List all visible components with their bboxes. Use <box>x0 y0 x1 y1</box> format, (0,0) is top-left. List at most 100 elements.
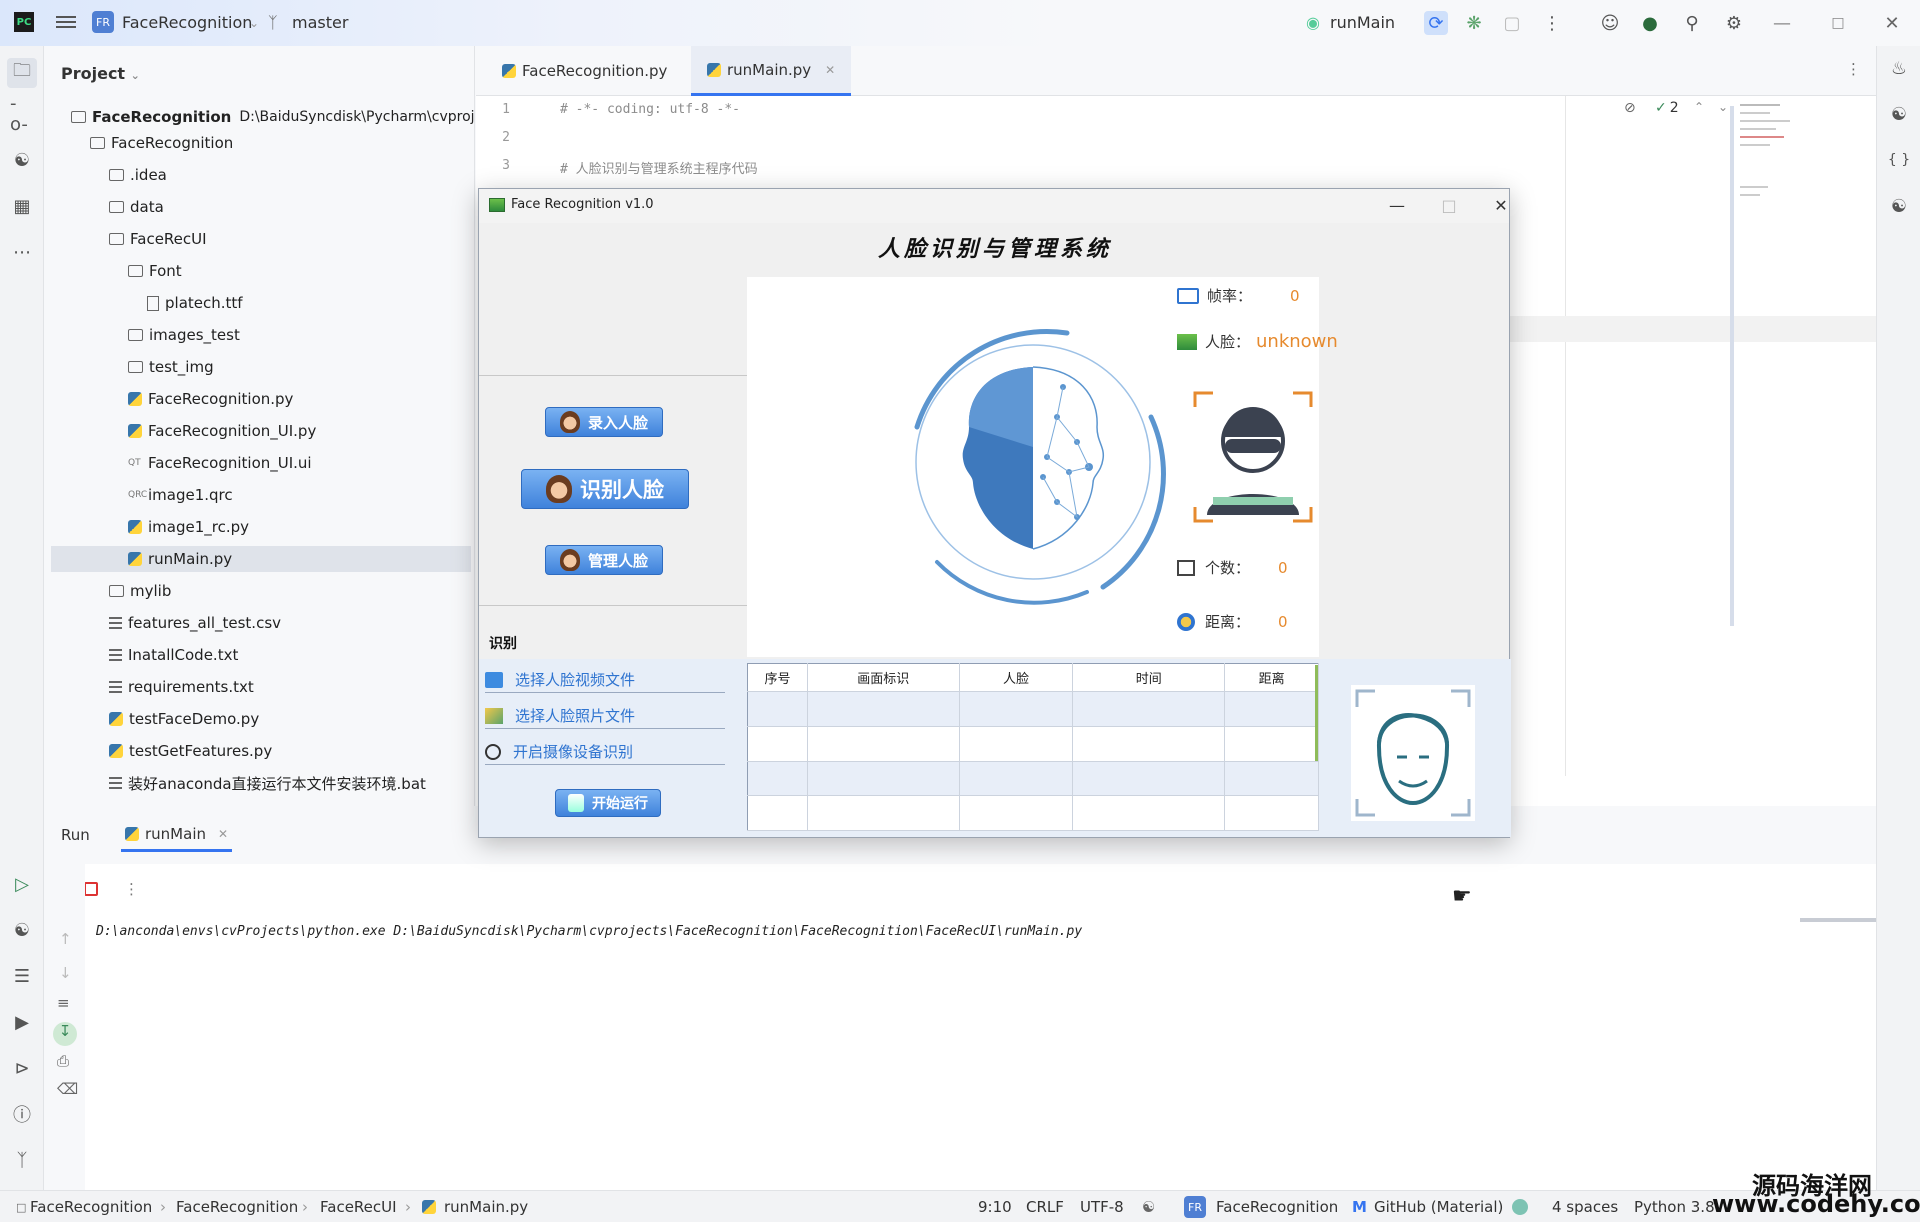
more-tools-icon[interactable]: ⋯ <box>10 240 34 264</box>
start-run-button[interactable]: 开始运行 <box>555 789 661 817</box>
table-cell[interactable] <box>747 761 808 797</box>
git-icon[interactable]: ᛉ <box>10 1148 34 1172</box>
tree-item[interactable]: InatallCode.txt <box>45 642 465 668</box>
database-icon[interactable]: ☯ <box>1887 194 1911 218</box>
tree-item[interactable]: testGetFeatures.py <box>45 738 465 764</box>
stop-icon[interactable] <box>84 882 98 896</box>
main-menu-icon[interactable] <box>56 13 76 31</box>
table-cell[interactable] <box>959 795 1074 831</box>
tree-item[interactable]: testFaceDemo.py <box>45 706 465 732</box>
file-encoding[interactable]: UTF-8 <box>1080 1198 1124 1216</box>
close-tab-icon[interactable]: ✕ <box>218 827 228 841</box>
table-cell[interactable] <box>807 795 960 831</box>
open-camera-link[interactable]: 开启摄像设备识别 <box>485 739 725 765</box>
tree-item[interactable]: QT FaceRecognition_UI.ui <box>45 450 465 476</box>
table-cell[interactable] <box>1224 726 1319 762</box>
close-icon[interactable]: ✕ <box>1481 193 1521 219</box>
tree-item[interactable]: .idea <box>45 162 465 188</box>
maximize-icon[interactable]: □ <box>1429 193 1469 219</box>
tree-item[interactable]: requirements.txt <box>45 674 465 700</box>
maximize-icon[interactable]: □ <box>1826 11 1850 35</box>
tree-item[interactable]: QRC image1.qrc <box>45 482 465 508</box>
editor-more-icon[interactable]: ⋮ <box>1846 60 1861 78</box>
tree-item[interactable]: platech.ttf <box>45 290 465 316</box>
caret-position[interactable]: 9:10 <box>978 1198 1012 1216</box>
table-cell[interactable] <box>959 726 1074 762</box>
tree-item[interactable]: data <box>45 194 465 220</box>
project-folder-icon[interactable]: 🗀 <box>7 58 37 88</box>
soft-wrap-icon[interactable]: ≡ <box>57 994 70 1012</box>
json-icon[interactable]: { } <box>1887 148 1911 172</box>
layers-icon[interactable]: ☰ <box>10 964 34 988</box>
recognize-face-button[interactable]: 识别人脸 <box>521 469 689 509</box>
branch-switcher[interactable]: master <box>292 13 348 32</box>
minimap[interactable] <box>1730 96 1800 636</box>
project-switcher[interactable]: FaceRecognition <box>122 13 252 32</box>
table-cell[interactable] <box>1224 691 1319 727</box>
table-cell[interactable] <box>1224 761 1319 797</box>
copilot-status-icon[interactable]: ☯ <box>1142 1198 1155 1216</box>
notifications-icon[interactable]: ♨ <box>1887 56 1911 80</box>
table-row[interactable] <box>747 761 1319 797</box>
select-video-link[interactable]: 选择人脸视频文件 <box>485 667 725 693</box>
ai-assistant-icon[interactable]: ☯ <box>1887 102 1911 126</box>
table-header[interactable]: 画面标识 <box>807 663 960 692</box>
results-table[interactable]: 序号 画面标识 人脸 时间 距离 <box>747 663 1319 831</box>
table-header[interactable]: 时间 <box>1072 663 1226 692</box>
tree-root[interactable]: FaceRecognition D:\BaiduSyncdisk\Pycharm… <box>71 104 474 130</box>
debug-icon[interactable]: ❋ <box>1462 11 1486 35</box>
terminal-icon[interactable]: ⊳ <box>10 1056 34 1080</box>
arrow-down-icon[interactable]: ↓ <box>59 964 72 982</box>
add-user-icon[interactable]: ☺ <box>1598 11 1622 35</box>
interpreter[interactable]: Python 3.8 <box>1634 1198 1715 1216</box>
problems-icon[interactable]: ⓘ <box>10 1102 34 1126</box>
tree-item[interactable]: runMain.py <box>51 546 471 572</box>
reader-mode-icon[interactable]: ⊘ <box>1624 100 1636 116</box>
tree-item[interactable]: FaceRecognition.py <box>45 386 465 412</box>
chevron-up-icon[interactable]: ⌃ <box>1694 100 1704 114</box>
python-packages-icon[interactable]: ☯ <box>10 148 34 172</box>
breadcrumb-item[interactable]: FaceRecUI <box>320 1198 397 1216</box>
project-panel-title[interactable]: Project ⌄ <box>61 64 140 83</box>
select-image-link[interactable]: 选择人脸照片文件 <box>485 703 725 729</box>
structure-icon[interactable]: ▦ <box>10 194 34 218</box>
table-cell[interactable] <box>807 726 960 762</box>
indent-setting[interactable]: 4 spaces <box>1552 1198 1618 1216</box>
table-cell[interactable] <box>747 726 808 762</box>
services-icon[interactable]: ▶ <box>10 1010 34 1034</box>
inspections-widget[interactable]: ✓ 2 <box>1655 100 1679 116</box>
table-header[interactable]: 距离 <box>1224 663 1319 692</box>
breadcrumb-item[interactable]: FaceRecognition <box>176 1198 298 1216</box>
gear-icon[interactable]: ⚙ <box>1722 11 1746 35</box>
table-cell[interactable] <box>747 691 808 727</box>
minimize-icon[interactable]: — <box>1377 193 1417 219</box>
tab-runmain[interactable]: runMain ✕ <box>121 818 233 852</box>
enroll-face-button[interactable]: 录入人脸 <box>545 407 663 437</box>
python-console-icon[interactable]: ☯ <box>10 918 34 942</box>
run-config-selector[interactable]: runMain <box>1330 13 1395 32</box>
table-row[interactable] <box>747 795 1319 831</box>
search-icon[interactable]: ⚲ <box>1680 11 1704 35</box>
tree-item[interactable]: images_test <box>45 322 465 348</box>
close-tab-icon[interactable]: ✕ <box>825 63 835 77</box>
run-tool-icon[interactable]: ▷ <box>10 872 34 896</box>
table-cell[interactable] <box>1072 795 1226 831</box>
tree-item[interactable]: image1_rc.py <box>45 514 465 540</box>
more-actions-icon[interactable]: ⋮ <box>124 880 139 898</box>
code-line[interactable]: # -*- coding: utf-8 -*- <box>560 102 740 117</box>
theme-name[interactable]: GitHub (Material) <box>1374 1198 1503 1216</box>
line-separator[interactable]: CRLF <box>1026 1198 1064 1216</box>
table-cell[interactable] <box>807 761 960 797</box>
commit-icon[interactable]: -o- <box>10 93 34 135</box>
project-name[interactable]: FaceRecognition <box>1216 1198 1338 1216</box>
tree-item[interactable]: mylib <box>45 578 465 604</box>
table-row[interactable] <box>747 726 1319 762</box>
table-cell[interactable] <box>807 691 960 727</box>
tree-item[interactable]: FaceRecognition <box>45 130 465 156</box>
tree-item[interactable]: test_img <box>45 354 465 380</box>
table-cell[interactable] <box>1072 691 1226 727</box>
more-actions-icon[interactable]: ⋮ <box>1540 11 1564 35</box>
copilot-icon[interactable]: ● <box>1638 11 1662 35</box>
table-cell[interactable] <box>1072 726 1226 762</box>
tree-item[interactable]: 装好anaconda直接运行本文件安装环境.bat <box>45 770 465 796</box>
